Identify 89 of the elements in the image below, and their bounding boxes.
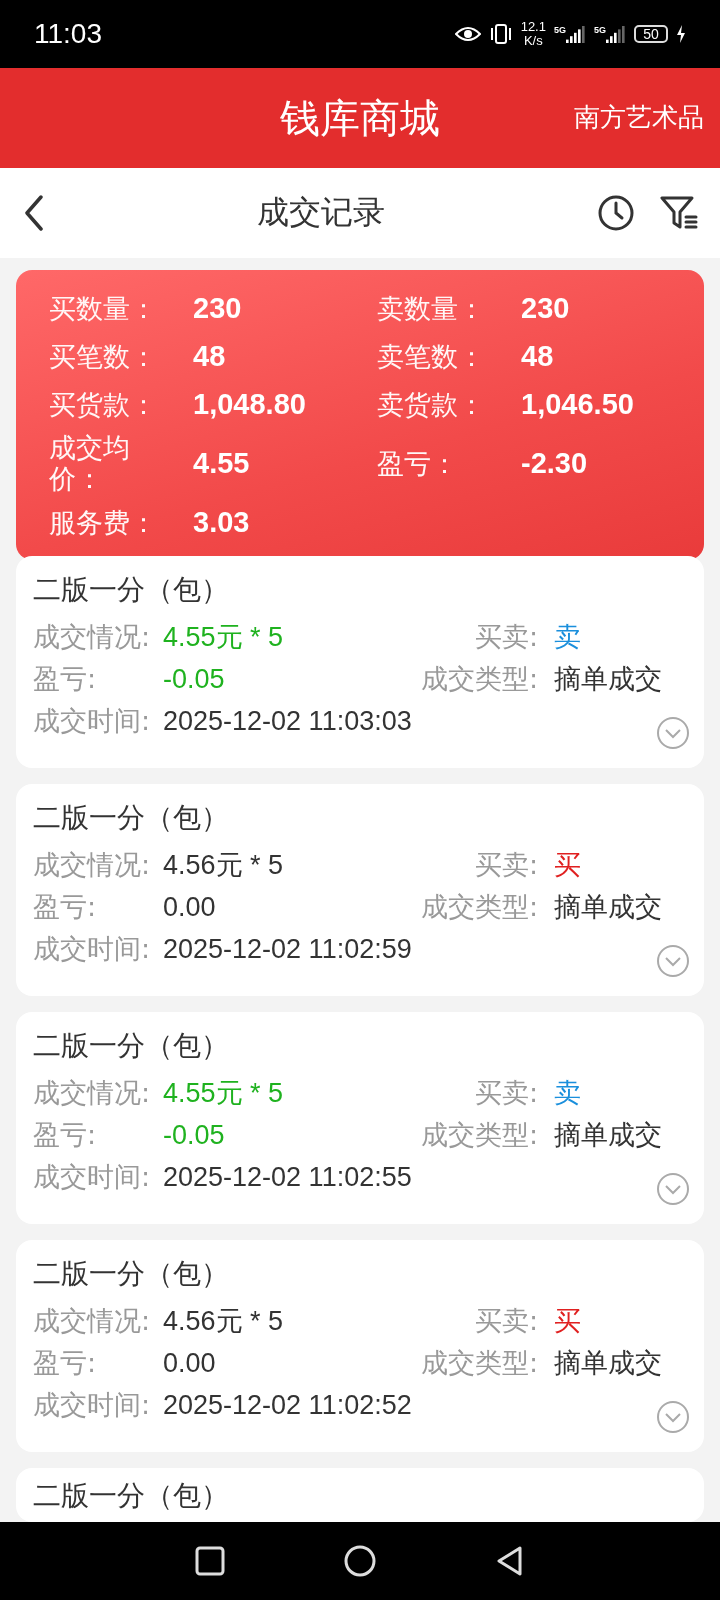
speed-value: 12.1 bbox=[520, 20, 546, 34]
side-value: 卖 bbox=[554, 621, 582, 654]
time-value: 2025-12-02 11:02:59 bbox=[163, 933, 412, 966]
field-label: 成交时间: bbox=[33, 1388, 152, 1422]
stat-label: 买数量： bbox=[49, 292, 157, 324]
field-label: 成交情况: bbox=[33, 848, 152, 882]
record-card[interactable]: 二版一分（包） 成交情况: 4.56元 * 5 买卖: 买 盈亏: 0.00 成交类型: 摘单成交 成交时间: 2025-12-02 11:02:59 bbox=[16, 784, 704, 996]
time-value: 2025-12-02 11:03:03 bbox=[163, 705, 412, 738]
page-title: 成交记录 bbox=[256, 192, 386, 233]
product-name: 二版一分（包） bbox=[33, 800, 230, 836]
field-label: 成交类型: bbox=[420, 662, 539, 696]
record-card[interactable]: 二版一分（包） 成交情况: 4.55元 * 5 买卖: 卖 盈亏: -0.05 成交类型: 摘单成交 成交时间: 2025-12-02 11:03:03 bbox=[16, 556, 704, 768]
network-type: 5G bbox=[553, 25, 566, 35]
field-label: 买卖: bbox=[473, 1304, 539, 1338]
deal-value: 4.56元 * 5 bbox=[163, 1305, 285, 1338]
app-title: 钱库商城 bbox=[280, 93, 440, 143]
time-value: 2025-12-02 11:02:52 bbox=[163, 1389, 412, 1422]
stat-value: -2.30 bbox=[521, 446, 588, 480]
field-label: 成交类型: bbox=[420, 1118, 539, 1152]
deal-value: 4.55元 * 5 bbox=[163, 1077, 285, 1110]
product-name: 二版一分（包） bbox=[33, 1028, 230, 1064]
stat-value: 4.55 bbox=[193, 446, 250, 480]
stat-label: 盈亏： bbox=[377, 447, 458, 479]
charging-icon bbox=[676, 25, 686, 43]
stat-value: 48 bbox=[521, 339, 554, 373]
pnl-value: -0.05 bbox=[163, 1119, 226, 1152]
field-label: 买卖: bbox=[473, 848, 539, 882]
field-label: 买卖: bbox=[473, 1076, 539, 1110]
time-value: 2025-12-02 11:02:55 bbox=[163, 1161, 412, 1194]
type-value: 摘单成交 bbox=[554, 1119, 663, 1152]
side-value: 卖 bbox=[554, 1077, 582, 1110]
record-card[interactable]: 二版一分（包） 成交情况: 4.56元 * 5 买卖: 买 盈亏: 0.00 成交类型: 摘单成交 成交时间: 2025-12-02 11:02:52 bbox=[16, 1240, 704, 1452]
side-value: 买 bbox=[554, 1305, 582, 1338]
eye-icon bbox=[454, 25, 481, 43]
product-name: 二版一分（包） bbox=[33, 1478, 230, 1514]
field-label: 成交类型: bbox=[420, 890, 539, 924]
pnl-value: 0.00 bbox=[163, 1347, 217, 1380]
signal-icon bbox=[566, 25, 586, 43]
field-label: 盈亏: bbox=[33, 1346, 98, 1380]
signal-icon bbox=[606, 25, 626, 43]
stat-label: 成交均价： bbox=[49, 432, 131, 494]
clock-icon bbox=[598, 195, 634, 231]
stat-value: 1,048.80 bbox=[193, 387, 306, 421]
type-value: 摘单成交 bbox=[554, 891, 663, 924]
store-link[interactable]: 南方艺术品 bbox=[574, 100, 704, 135]
stat-value: 48 bbox=[193, 339, 226, 373]
field-label: 成交情况: bbox=[33, 620, 152, 654]
record-card[interactable]: 二版一分（包） 成交情况: 4.55元 * 5 买卖: 卖 盈亏: -0.05 成交类型: 摘单成交 成交时间: 2025-12-02 11:02:55 bbox=[16, 1012, 704, 1224]
stat-label: 卖笔数： bbox=[377, 340, 485, 372]
field-label: 成交情况: bbox=[33, 1076, 152, 1110]
stat-label: 服务费： bbox=[49, 506, 157, 538]
speed-unit: K/s bbox=[523, 34, 543, 48]
pnl-value: 0.00 bbox=[163, 891, 217, 924]
field-label: 成交类型: bbox=[420, 1346, 539, 1380]
network-type: 5G bbox=[594, 25, 606, 35]
square-icon bbox=[194, 1545, 226, 1577]
field-label: 成交情况: bbox=[33, 1304, 152, 1338]
recents-button[interactable] bbox=[194, 1545, 226, 1577]
clock-time: 11:03 bbox=[34, 18, 102, 50]
home-button[interactable] bbox=[344, 1545, 376, 1577]
circle-icon bbox=[344, 1545, 376, 1577]
battery-level: 50 bbox=[634, 25, 668, 43]
deal-value: 4.55元 * 5 bbox=[163, 621, 285, 654]
record-card[interactable]: 二版一分（包） bbox=[16, 1468, 704, 1522]
stat-label: 卖数量： bbox=[377, 292, 485, 324]
field-label: 成交时间: bbox=[33, 932, 152, 966]
product-name: 二版一分（包） bbox=[33, 1256, 230, 1292]
deal-value: 4.56元 * 5 bbox=[163, 849, 285, 882]
product-name: 二版一分（包） bbox=[33, 572, 230, 608]
pnl-value: -0.05 bbox=[163, 663, 226, 696]
field-label: 盈亏: bbox=[33, 890, 98, 924]
field-label: 盈亏: bbox=[33, 662, 98, 696]
stat-value: 1,046.50 bbox=[521, 387, 634, 421]
stat-value: 230 bbox=[193, 291, 242, 325]
field-label: 成交时间: bbox=[33, 704, 152, 738]
stat-value: 230 bbox=[521, 291, 570, 325]
stat-value: 3.03 bbox=[193, 505, 250, 539]
field-label: 成交时间: bbox=[33, 1160, 152, 1194]
type-value: 摘单成交 bbox=[554, 1347, 663, 1380]
side-value: 买 bbox=[554, 849, 582, 882]
stat-label: 卖货款： bbox=[377, 388, 485, 420]
field-label: 买卖: bbox=[473, 620, 539, 654]
stat-label: 买笔数： bbox=[49, 340, 157, 372]
stat-label: 买货款： bbox=[49, 388, 157, 420]
back-icon bbox=[24, 195, 44, 231]
vibrate-icon bbox=[488, 23, 513, 45]
type-value: 摘单成交 bbox=[554, 663, 663, 696]
field-label: 盈亏: bbox=[33, 1118, 98, 1152]
filter-icon bbox=[660, 195, 698, 231]
